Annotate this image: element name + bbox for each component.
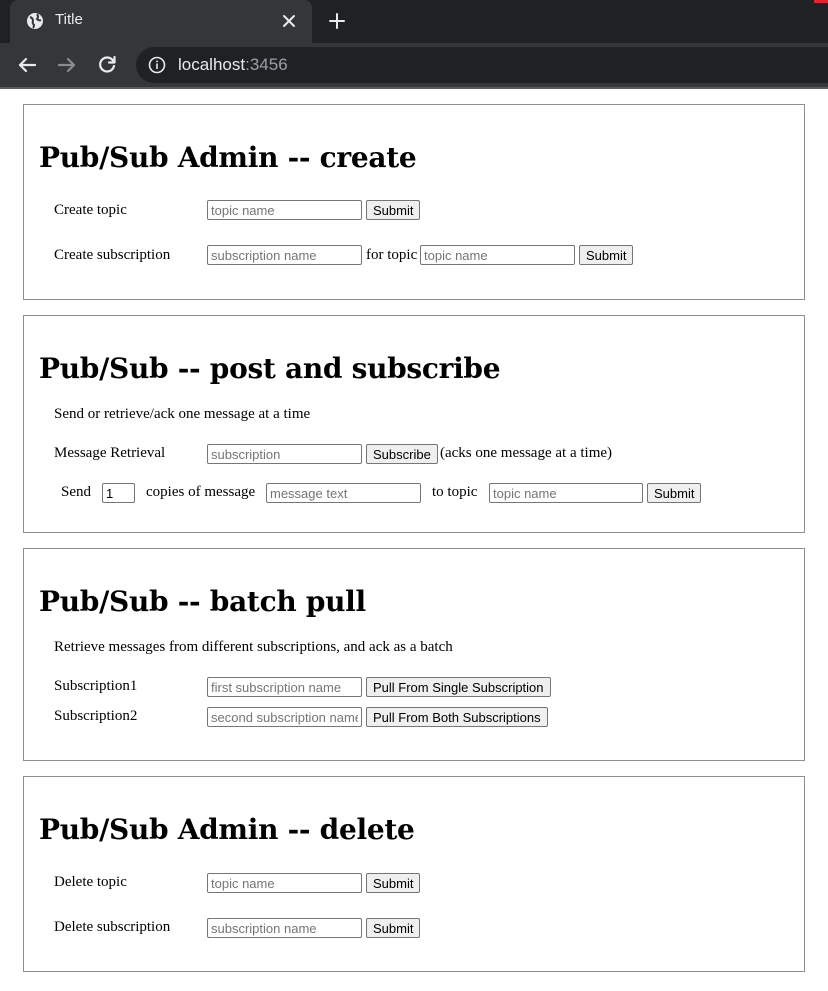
to-topic-label: to topic: [432, 484, 478, 500]
create-heading: Pub/Sub Admin -- create: [39, 141, 417, 174]
url-text[interactable]: localhost:3456: [178, 55, 288, 75]
delete-subscription-submit-button[interactable]: Submit: [366, 918, 421, 938]
post-heading: Pub/Sub -- post and subscribe: [39, 352, 501, 385]
browser-tab[interactable]: Title: [10, 0, 312, 43]
create-topic-input[interactable]: [207, 200, 362, 220]
send-submit-button[interactable]: Submit: [647, 483, 702, 503]
subscription2-label: Subscription2: [54, 708, 138, 724]
forward-arrow-icon[interactable]: [56, 54, 78, 76]
back-arrow-icon[interactable]: [16, 54, 38, 76]
toolbar-divider: [0, 87, 828, 89]
pull-single-button[interactable]: Pull From Single Subscription: [366, 677, 551, 697]
for-topic-label: for topic: [366, 247, 418, 263]
create-subscription-submit-button[interactable]: Submit: [579, 245, 634, 265]
create-subscription-topic-input[interactable]: [420, 245, 575, 265]
url-port: :3456: [245, 55, 288, 74]
delete-panel: Pub/Sub Admin -- delete Delete topic Sub…: [23, 776, 805, 972]
retrieval-subscription-input[interactable]: [207, 444, 362, 464]
delete-topic-submit-button[interactable]: Submit: [366, 873, 421, 893]
send-topic-input[interactable]: [489, 483, 643, 503]
delete-subscription-label: Delete subscription: [54, 919, 171, 935]
delete-topic-label: Delete topic: [54, 874, 127, 890]
reload-icon[interactable]: [96, 54, 118, 76]
batch-description: Retrieve messages from different subscri…: [54, 639, 453, 655]
close-icon[interactable]: [281, 13, 297, 29]
delete-subscription-input[interactable]: [207, 918, 362, 938]
info-icon[interactable]: [148, 56, 166, 74]
new-tab-icon[interactable]: [328, 12, 346, 30]
message-text-input[interactable]: [266, 483, 421, 503]
delete-heading: Pub/Sub Admin -- delete: [39, 813, 415, 846]
pull-both-button[interactable]: Pull From Both Subscriptions: [366, 707, 548, 727]
batch-pull-panel: Pub/Sub -- batch pull Retrieve messages …: [23, 548, 805, 761]
globe-icon: [27, 13, 43, 29]
window-accent: [814, 0, 828, 3]
create-topic-submit-button[interactable]: Submit: [366, 200, 421, 220]
subscription1-label: Subscription1: [54, 678, 138, 694]
post-subscribe-panel: Pub/Sub -- post and subscribe Send or re…: [23, 315, 805, 533]
message-retrieval-label: Message Retrieval: [54, 445, 166, 461]
create-subscription-label: Create subscription: [54, 247, 171, 263]
create-subscription-input[interactable]: [207, 245, 362, 265]
send-label: Send: [61, 484, 91, 500]
delete-topic-input[interactable]: [207, 873, 362, 893]
create-topic-label: Create topic: [54, 202, 127, 218]
tab-title: Title: [55, 11, 83, 28]
copies-input[interactable]: [102, 483, 135, 503]
create-panel: Pub/Sub Admin -- create Create topic Sub…: [23, 104, 805, 300]
batch-heading: Pub/Sub -- batch pull: [39, 585, 366, 618]
browser-tab-strip: Title: [0, 0, 828, 43]
browser-toolbar: localhost:3456: [0, 43, 828, 87]
post-description: Send or retrieve/ack one message at a ti…: [54, 406, 311, 422]
second-subscription-input[interactable]: [207, 707, 362, 727]
url-host: localhost: [178, 55, 246, 74]
subscribe-button[interactable]: Subscribe: [366, 444, 438, 464]
first-subscription-input[interactable]: [207, 677, 362, 697]
ack-note: (acks one message at a time): [440, 445, 613, 461]
copies-label: copies of message: [146, 484, 256, 500]
address-bar[interactable]: localhost:3456: [136, 47, 828, 83]
